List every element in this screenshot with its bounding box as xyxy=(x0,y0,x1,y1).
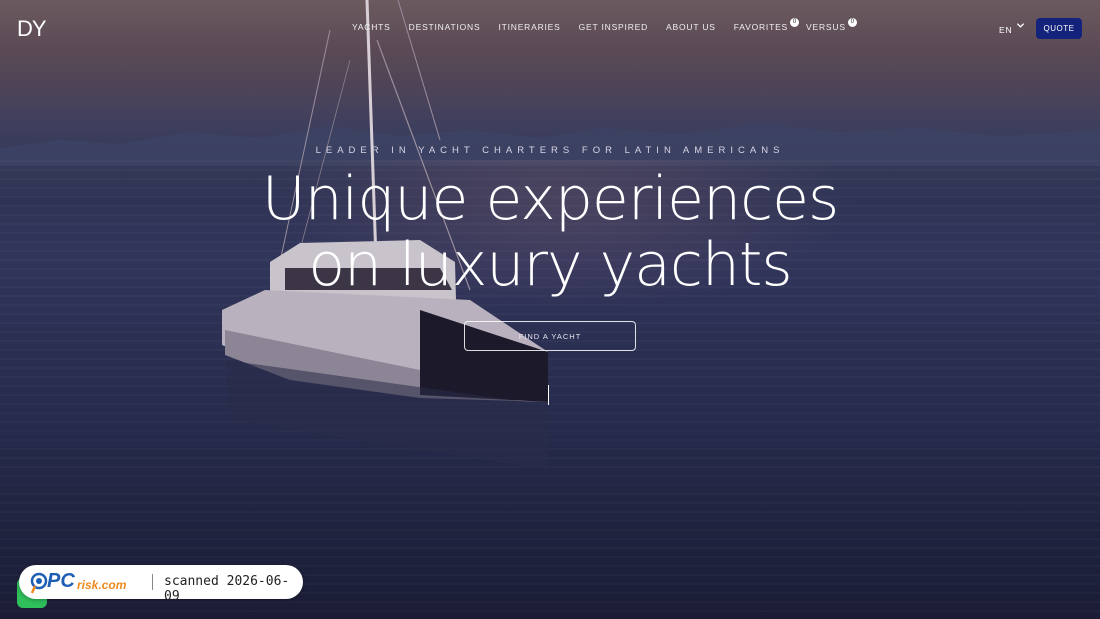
scroll-indicator xyxy=(548,385,549,405)
hero-headline: Unique experiences on luxury yachts xyxy=(0,166,1100,298)
site-logo[interactable]: DY xyxy=(17,16,47,42)
nav-versus[interactable]: VERSUS 0 xyxy=(806,18,857,32)
divider xyxy=(152,574,153,590)
chevron-down-icon[interactable] xyxy=(1016,21,1025,30)
hero-background xyxy=(0,0,1100,619)
nav-yachts[interactable]: YACHTS xyxy=(352,22,391,32)
nav-get-inspired[interactable]: GET INSPIRED xyxy=(579,22,648,32)
pcrisk-brand-pc: PC xyxy=(47,570,75,592)
nav-favorites-label: FAVORITES xyxy=(733,22,789,32)
nav-versus-label: VERSUS xyxy=(806,22,846,32)
language-selector[interactable]: EN xyxy=(999,25,1012,35)
nav-favorites[interactable]: FAVORITES 0 xyxy=(733,18,800,32)
nav-destinations[interactable]: DESTINATIONS xyxy=(409,22,481,32)
headline-line-1: Unique experiences xyxy=(261,164,840,234)
favorites-count-badge: 0 xyxy=(790,18,800,27)
versus-count-badge: 0 xyxy=(847,18,857,27)
scan-date-text: scanned 2026-06-09 xyxy=(164,574,290,604)
hero-tagline: LEADER IN YACHT CHARTERS FOR LATIN AMERI… xyxy=(315,145,785,156)
pcrisk-brand-rest: risk.com xyxy=(77,578,127,592)
pcrisk-watermark-badge: PC risk.com scanned 2026-06-09 xyxy=(19,565,303,604)
catamaran-image xyxy=(222,0,548,470)
nav-itineraries[interactable]: ITINERARIES xyxy=(498,22,560,32)
main-nav: YACHTS DESTINATIONS ITINERARIES GET INSP… xyxy=(352,18,864,32)
nav-about-us[interactable]: ABOUT US xyxy=(666,22,716,32)
find-a-yacht-button[interactable]: FIND A YACHT xyxy=(464,321,636,351)
headline-line-2: on luxury yachts xyxy=(308,230,792,300)
quote-button[interactable]: QUOTE xyxy=(1036,18,1082,39)
